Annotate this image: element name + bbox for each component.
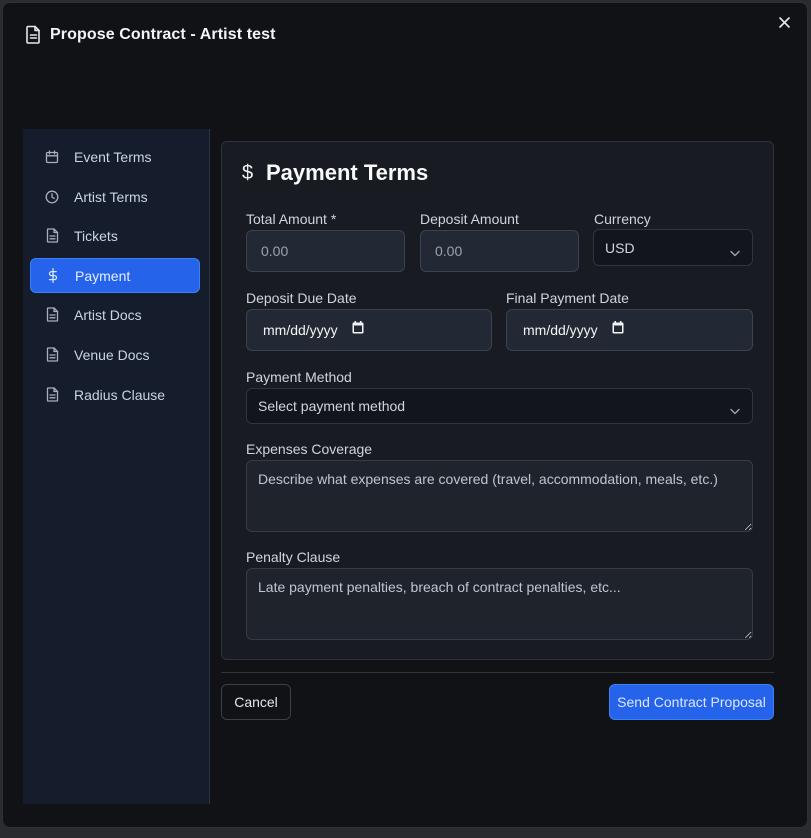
- deposit-due-date-input[interactable]: mm/dd/yyyy: [246, 309, 492, 351]
- expenses-coverage-label: Expenses Coverage: [246, 441, 373, 457]
- panel-title: Payment Terms: [266, 160, 429, 185]
- sidebar-item-label: Artist Docs: [74, 306, 142, 323]
- footer-divider: [221, 672, 774, 673]
- dollar-icon: $: [242, 161, 254, 184]
- deposit-due-date-label: Deposit Due Date: [246, 290, 357, 306]
- final-payment-date-label: Final Payment Date: [506, 290, 629, 306]
- deposit-amount-input[interactable]: [420, 230, 579, 272]
- document-icon: [25, 25, 42, 44]
- document-icon: [44, 387, 60, 403]
- total-amount-input[interactable]: [246, 230, 405, 272]
- currency-label: Currency: [594, 211, 651, 227]
- deposit-amount-label: Deposit Amount: [420, 211, 519, 227]
- payment-method-value: Select payment method: [258, 398, 406, 414]
- total-amount-label: Total Amount *: [246, 211, 337, 227]
- dialog-header: Propose Contract - Artist test: [25, 25, 276, 44]
- sidebar-item-label: Tickets: [74, 227, 118, 244]
- document-icon: [44, 347, 60, 363]
- sidebar-item-label: Radius Clause: [74, 386, 166, 403]
- chevron-down-icon: [730, 402, 740, 420]
- currency-select[interactable]: USD: [593, 229, 753, 266]
- section-sidebar: Event Terms Artist Terms Tickets Payment: [23, 129, 210, 804]
- sidebar-item-event-terms[interactable]: Event Terms: [30, 139, 200, 174]
- cancel-button[interactable]: Cancel: [221, 684, 291, 720]
- payment-terms-panel: $ Payment Terms Total Amount * Deposit A…: [221, 141, 774, 660]
- sidebar-item-artist-docs[interactable]: Artist Docs: [30, 297, 200, 332]
- sidebar-item-payment[interactable]: Payment: [30, 258, 200, 293]
- calendar-icon[interactable]: [612, 321, 624, 339]
- payment-method-label: Payment Method: [246, 369, 352, 385]
- sidebar-item-artist-terms[interactable]: Artist Terms: [30, 179, 200, 214]
- currency-value: USD: [605, 239, 635, 256]
- chevron-down-icon: [730, 244, 740, 262]
- sidebar-item-label: Venue Docs: [74, 346, 150, 363]
- close-button[interactable]: [775, 15, 793, 33]
- date-format-text: mm/dd/yyyy: [523, 322, 598, 338]
- send-contract-proposal-button[interactable]: Send Contract Proposal: [609, 684, 774, 720]
- date-format-text: mm/dd/yyyy: [263, 322, 338, 338]
- penalty-clause-textarea[interactable]: [246, 568, 753, 640]
- document-icon: [44, 228, 60, 244]
- payment-method-select[interactable]: Select payment method: [246, 388, 753, 424]
- sidebar-item-radius-clause[interactable]: Radius Clause: [30, 377, 200, 412]
- panel-header: $ Payment Terms: [242, 160, 428, 186]
- sidebar-item-tickets[interactable]: Tickets: [30, 218, 200, 253]
- close-icon: [778, 15, 790, 33]
- sidebar-item-venue-docs[interactable]: Venue Docs: [30, 337, 200, 372]
- sidebar-item-label: Event Terms: [74, 148, 152, 165]
- penalty-clause-label: Penalty Clause: [246, 549, 341, 565]
- clock-icon: [44, 189, 60, 205]
- final-payment-date-input[interactable]: mm/dd/yyyy: [506, 309, 753, 351]
- dollar-icon: [45, 268, 61, 284]
- expenses-coverage-textarea[interactable]: [246, 460, 753, 532]
- dialog-title: Propose Contract - Artist test: [50, 25, 276, 43]
- calendar-icon[interactable]: [352, 321, 364, 339]
- document-icon: [44, 307, 60, 323]
- sidebar-item-label: Artist Terms: [74, 188, 148, 205]
- sidebar-item-label: Payment: [75, 267, 131, 284]
- calendar-icon: [44, 149, 60, 165]
